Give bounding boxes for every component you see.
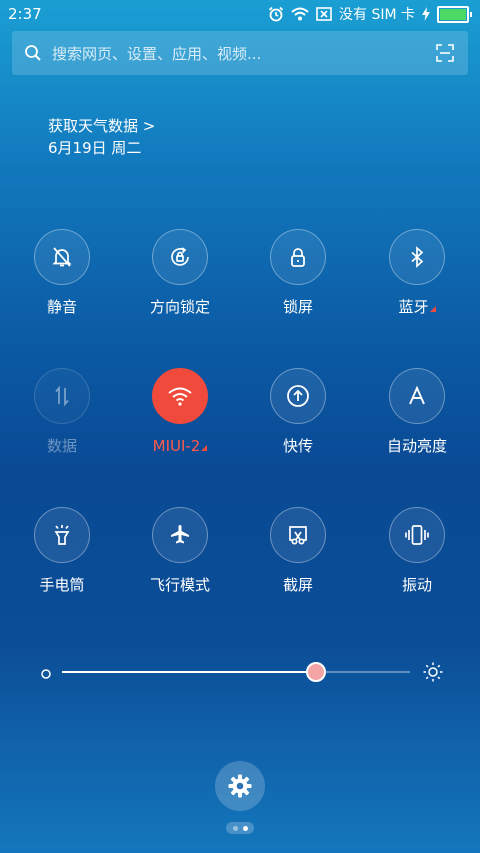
tile-label: 振动 <box>401 576 432 594</box>
tile-label: 蓝牙 <box>362 296 472 318</box>
auto-brightness-icon <box>409 385 425 405</box>
tile-vibrate[interactable]: 振动 <box>362 507 472 596</box>
status-bar: 2:37 没有 SIM 卡 <box>0 0 480 28</box>
tile-wifi[interactable]: MIUI-2 <box>125 368 235 457</box>
no-sim-label: 没有 SIM 卡 <box>339 7 415 23</box>
brightness-slider[interactable] <box>40 660 443 684</box>
no-sim-icon <box>316 7 332 21</box>
tile-airplane-button[interactable] <box>152 507 208 563</box>
brightness-track[interactable] <box>62 662 410 682</box>
tile-label: 自动亮度 <box>386 437 447 455</box>
rotation-lock-icon <box>171 247 189 266</box>
tile-bluetooth-button[interactable] <box>389 229 445 285</box>
brightness-fill <box>62 671 317 673</box>
page-dot <box>232 825 238 831</box>
charging-icon <box>422 7 430 21</box>
search-input[interactable]: 搜索网页、设置、应用、视频... <box>52 43 261 64</box>
tile-wifi-button[interactable] <box>152 368 208 424</box>
more-indicator <box>429 306 436 312</box>
tile-screenshot[interactable]: 截屏 <box>243 507 353 596</box>
tile-label: 飞行模式 <box>149 576 210 594</box>
tile-label: 数据 <box>46 437 77 455</box>
weather-link[interactable]: 获取天气数据 > <box>48 115 155 137</box>
status-time: 2:37 <box>8 5 42 23</box>
screenshot-icon <box>289 526 307 545</box>
wifi-icon <box>291 7 309 21</box>
more-indicator <box>201 445 208 451</box>
settings-button[interactable] <box>215 761 265 811</box>
alarm-icon <box>268 6 284 22</box>
tile-data[interactable]: 数据 <box>7 368 117 457</box>
tile-vibrate-button[interactable] <box>389 507 445 563</box>
tile-rotation-lock-button[interactable] <box>152 229 208 285</box>
tile-mute[interactable]: 静音 <box>7 229 117 318</box>
tile-label: 截屏 <box>282 576 313 594</box>
tile-label: MIUI-2 <box>125 435 235 457</box>
tile-quick-share-button[interactable] <box>270 368 326 424</box>
tile-quick-share[interactable]: 快传 <box>243 368 353 457</box>
tile-label: 锁屏 <box>282 298 313 316</box>
search-icon <box>24 44 42 66</box>
scan-icon[interactable] <box>436 44 454 66</box>
tile-label: 方向锁定 <box>149 298 210 316</box>
flashlight-icon <box>54 525 70 545</box>
lock-icon <box>291 248 305 267</box>
tile-screenshot-button[interactable] <box>270 507 326 563</box>
bluetooth-icon <box>411 246 424 268</box>
page-indicator[interactable] <box>226 822 254 834</box>
upload-icon <box>287 385 309 407</box>
tile-flashlight-button[interactable] <box>34 507 90 563</box>
status-icons: 没有 SIM 卡 <box>268 4 472 24</box>
tile-label: 快传 <box>282 437 313 455</box>
bell-off-icon <box>52 247 72 267</box>
brightness-thumb[interactable] <box>306 662 327 682</box>
wifi-icon <box>168 387 192 406</box>
tile-auto-brightness-button[interactable] <box>389 368 445 424</box>
tile-auto-brightness[interactable]: 自动亮度 <box>362 368 472 457</box>
tile-label: 静音 <box>46 298 77 316</box>
page-dot-active <box>242 825 248 831</box>
data-arrows-icon <box>55 385 69 407</box>
weather-widget[interactable]: 获取天气数据 > 6月19日 周二 <box>48 115 155 159</box>
tile-flashlight[interactable]: 手电筒 <box>7 507 117 596</box>
weather-date: 6月19日 周二 <box>48 139 142 157</box>
brightness-high-icon <box>422 661 444 687</box>
tile-label: 手电筒 <box>39 576 85 594</box>
tile-lock-screen[interactable]: 锁屏 <box>243 229 353 318</box>
airplane-icon <box>171 525 189 544</box>
gear-icon <box>228 774 252 798</box>
vibrate-icon <box>405 525 429 545</box>
brightness-low-icon <box>40 665 52 684</box>
tile-bluetooth[interactable]: 蓝牙 <box>362 229 472 318</box>
tile-airplane[interactable]: 飞行模式 <box>125 507 235 596</box>
tile-mute-button[interactable] <box>34 229 90 285</box>
battery-icon <box>437 5 472 23</box>
tile-lock-screen-button[interactable] <box>270 229 326 285</box>
tile-data-button[interactable] <box>34 368 90 424</box>
search-bar[interactable]: 搜索网页、设置、应用、视频... <box>12 31 468 75</box>
tile-rotation-lock[interactable]: 方向锁定 <box>125 229 235 318</box>
